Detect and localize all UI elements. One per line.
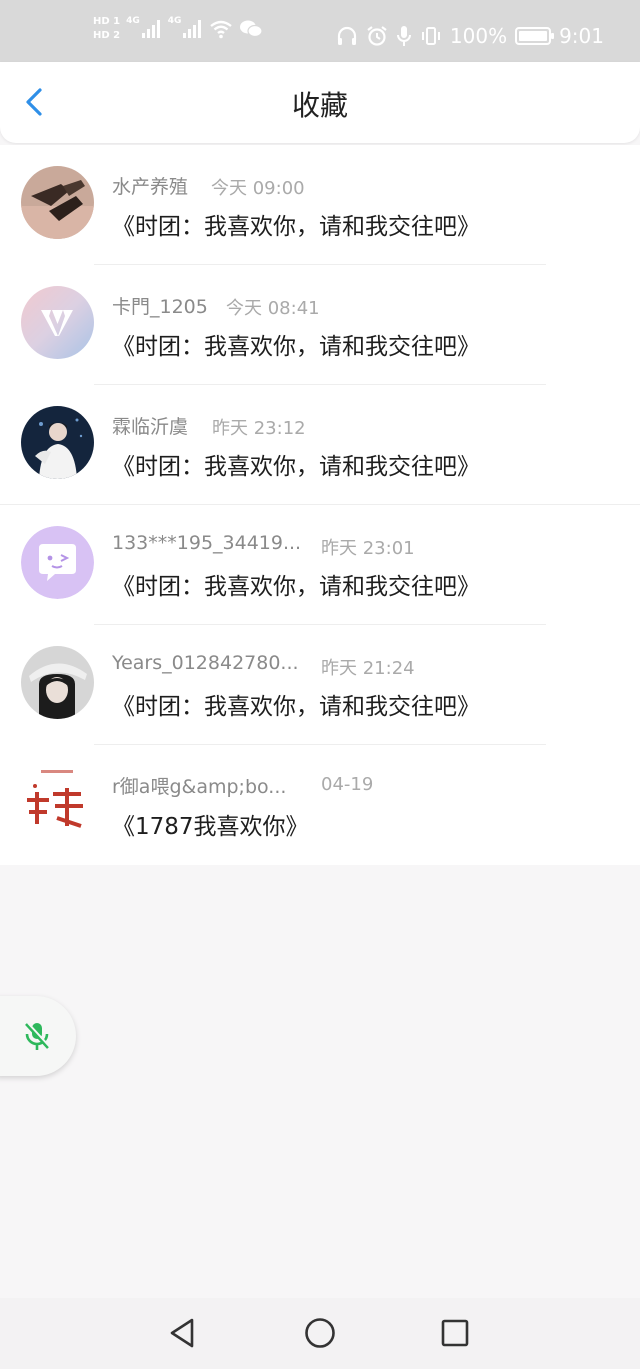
status-right: 100% 9:01 <box>336 24 604 48</box>
favorite-sender: 水产养殖 <box>112 176 189 198</box>
favorite-sender: 卡門_1205 <box>112 296 208 318</box>
favorite-message: 《1787我喜欢你》 <box>112 814 309 840</box>
favorite-item[interactable]: Years_012842780... 昨天 21:24 《时团：我喜欢你，请和我… <box>0 625 640 745</box>
header: 收藏 <box>0 62 640 143</box>
signal-icon-2 <box>183 20 203 38</box>
favorite-item[interactable]: 133***195_34419... 昨天 23:01 《时团：我喜欢你，请和我… <box>0 505 640 625</box>
avatar <box>21 406 94 479</box>
favorite-item[interactable]: 水产养殖 今天 09:00 《时团：我喜欢你，请和我交往吧》 <box>0 145 640 265</box>
favorite-time: 今天 08:41 <box>226 298 320 319</box>
favorite-time: 昨天 23:01 <box>321 538 415 559</box>
nav-back-button[interactable] <box>164 1315 200 1351</box>
avatar <box>21 526 94 599</box>
favorite-message: 《时团：我喜欢你，请和我交往吧》 <box>112 454 480 480</box>
favorite-time: 昨天 21:24 <box>321 658 415 679</box>
microphone-status-icon <box>396 26 411 46</box>
favorite-item[interactable]: 霖临沂虞 昨天 23:12 《时团：我喜欢你，请和我交往吧》 <box>0 385 640 505</box>
favorites-list: 水产养殖 今天 09:00 《时团：我喜欢你，请和我交往吧》 卡門_1205 今… <box>0 145 640 865</box>
favorite-message: 《时团：我喜欢你，请和我交往吧》 <box>112 214 480 240</box>
favorite-sender: r御a喂g&amp;bo... <box>112 776 287 798</box>
nav-recents-button[interactable] <box>437 1315 473 1351</box>
alarm-icon <box>367 26 387 46</box>
system-navigation-bar <box>0 1298 640 1369</box>
signal-icon <box>141 20 162 38</box>
nav-home-button[interactable] <box>302 1315 338 1351</box>
favorite-message: 《时团：我喜欢你，请和我交往吧》 <box>112 694 480 720</box>
wechat-icon <box>240 20 264 38</box>
hd-indicators: HD 1 HD 2 <box>93 16 120 42</box>
battery-icon <box>515 27 555 45</box>
mic-off-icon <box>25 1022 51 1050</box>
favorite-item[interactable]: r御a喂g&amp;bo... 04-19 《1787我喜欢你》 <box>0 745 640 865</box>
floating-mic-button[interactable] <box>0 996 76 1076</box>
network-type-2: 4G <box>167 16 182 26</box>
status-bar: HD 1 HD 2 4G 4G 100% 9:01 <box>0 0 640 62</box>
vibrate-icon <box>421 27 440 45</box>
circle-home-icon <box>305 1318 335 1348</box>
avatar <box>21 646 94 719</box>
hd2-label: HD 2 <box>93 30 121 41</box>
wifi-icon <box>210 20 233 39</box>
hd1-label: HD 1 <box>93 16 121 27</box>
favorite-message: 《时团：我喜欢你，请和我交往吧》 <box>112 334 480 360</box>
favorite-sender: 133***195_34419... <box>112 532 302 554</box>
page-title: 收藏 <box>291 89 348 122</box>
favorite-time: 04-19 <box>321 774 374 795</box>
triangle-back-icon <box>170 1318 194 1348</box>
headphones-icon <box>337 26 356 45</box>
avatar <box>21 766 94 839</box>
favorite-sender: Years_012842780... <box>112 652 299 674</box>
favorite-message: 《时团：我喜欢你，请和我交往吧》 <box>112 574 480 600</box>
clock: 9:01 <box>559 24 604 48</box>
avatar <box>21 166 94 239</box>
favorite-time: 昨天 23:12 <box>212 418 306 439</box>
status-left: HD 1 HD 2 4G 4G <box>93 16 264 42</box>
favorite-time: 今天 09:00 <box>211 178 305 199</box>
network-type-1: 4G <box>126 16 140 26</box>
favorite-sender: 霖临沂虞 <box>112 416 189 438</box>
square-recents-icon <box>441 1319 469 1347</box>
avatar <box>21 286 94 359</box>
favorite-item[interactable]: 卡門_1205 今天 08:41 《时团：我喜欢你，请和我交往吧》 <box>0 265 640 385</box>
battery-percent: 100% <box>449 24 508 48</box>
